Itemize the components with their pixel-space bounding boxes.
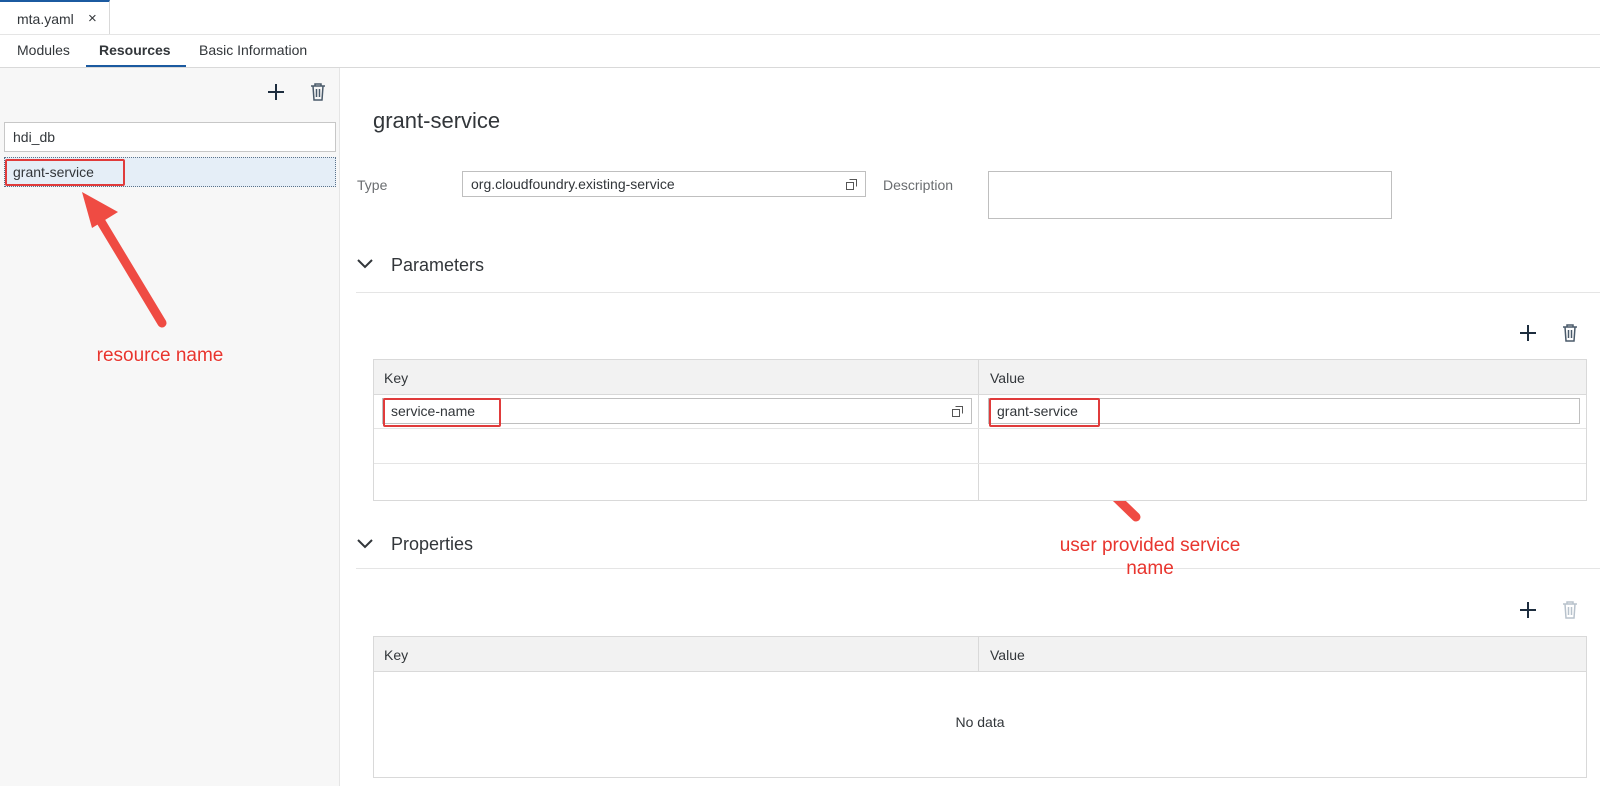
divider (978, 637, 979, 671)
properties-section-title: Properties (391, 534, 474, 554)
empty-state-text: No data (955, 714, 1005, 730)
divider (374, 428, 1586, 429)
page-title: grant-service (373, 108, 501, 133)
chevron-down-icon[interactable] (357, 539, 373, 549)
highlight-box (383, 398, 501, 427)
annotation-user-provided-service-name: user provided service name (1030, 534, 1270, 580)
trash-icon (1563, 324, 1577, 342)
value-help-icon[interactable] (952, 406, 963, 417)
annotation-line: user provided service (1059, 535, 1241, 556)
description-label: Description (883, 177, 954, 193)
type-value: org.cloudfoundry.existing-service (471, 176, 675, 192)
resource-item-label: hdi_db (13, 129, 56, 145)
column-header-key: Key (384, 647, 409, 663)
column-header-value: Value (990, 370, 1025, 386)
properties-table: Key Value No data (373, 636, 1587, 778)
delete-parameter-button[interactable] (1558, 321, 1582, 345)
divider (374, 463, 1586, 464)
chevron-down-icon[interactable] (357, 259, 373, 269)
add-parameter-button[interactable] (1516, 321, 1540, 345)
delete-resource-button[interactable] (306, 80, 330, 104)
parameters-table: Key Value service-name grant-service (373, 359, 1587, 501)
column-header-value: Value (990, 647, 1025, 663)
plus-icon (1520, 325, 1536, 341)
editor-tab-mta-yaml[interactable]: mta.yaml × (0, 0, 110, 34)
highlight-box (5, 159, 125, 186)
divider (356, 568, 1600, 569)
table-header: Key Value (374, 360, 1586, 395)
resource-item-hdi-db[interactable]: hdi_db (4, 122, 336, 152)
divider (0, 34, 1600, 35)
add-property-button[interactable] (1516, 598, 1540, 622)
highlight-box (989, 398, 1100, 427)
trash-icon (311, 83, 325, 101)
type-field[interactable]: org.cloudfoundry.existing-service (462, 171, 866, 197)
description-field[interactable] (988, 171, 1392, 219)
tab-resources[interactable]: Resources (99, 42, 171, 58)
divider (356, 292, 1600, 293)
parameters-section-title: Parameters (391, 255, 485, 275)
plus-icon (268, 84, 284, 100)
value-help-icon[interactable] (846, 179, 857, 190)
table-header: Key Value (374, 637, 1586, 672)
trash-icon (1563, 601, 1577, 619)
editor-tab-label: mta.yaml (17, 11, 74, 27)
annotation-resource-name: resource name (96, 345, 224, 366)
annotation-line: name (1126, 558, 1174, 579)
delete-property-button[interactable] (1558, 598, 1582, 622)
add-resource-button[interactable] (264, 80, 288, 104)
column-header-key: Key (384, 370, 409, 386)
type-label: Type (357, 177, 388, 193)
tab-modules[interactable]: Modules (17, 42, 70, 58)
close-icon[interactable]: × (88, 10, 97, 27)
tab-basic-information[interactable]: Basic Information (199, 42, 307, 58)
plus-icon (1520, 602, 1536, 618)
divider (978, 360, 979, 500)
